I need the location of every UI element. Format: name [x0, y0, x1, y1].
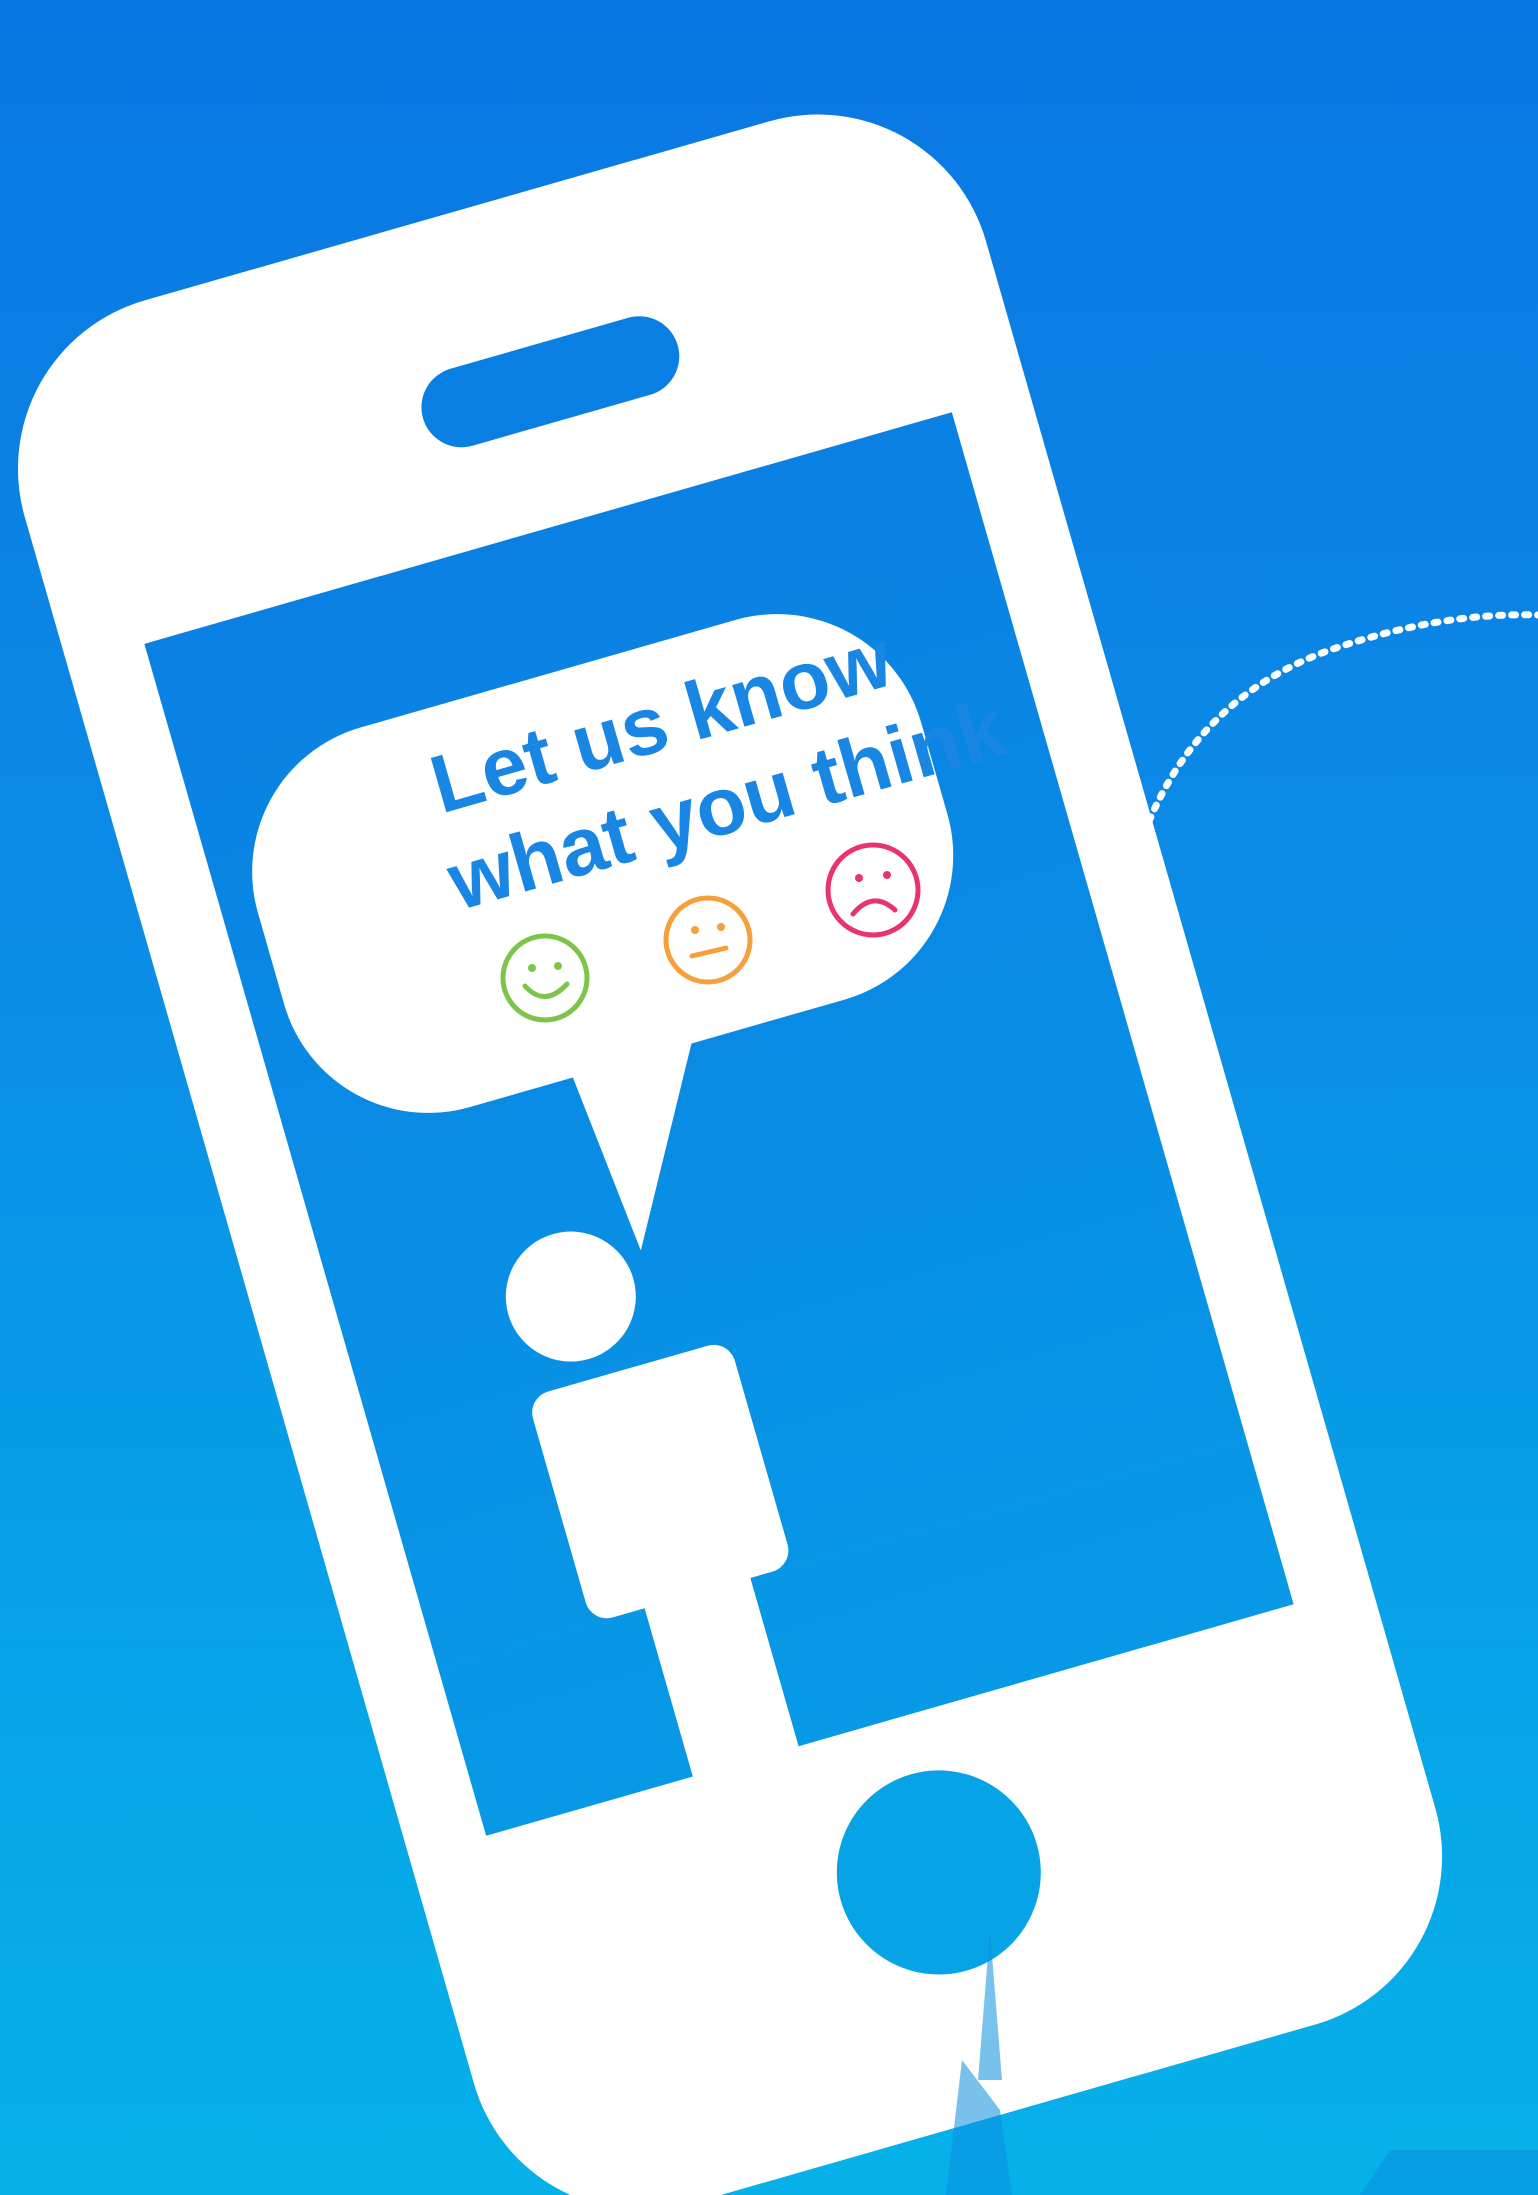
- feedback-illustration: Let us know what you think: [17, 114, 1538, 2195]
- phone: [17, 114, 1443, 2195]
- dotted-trail: [1136, 611, 1538, 849]
